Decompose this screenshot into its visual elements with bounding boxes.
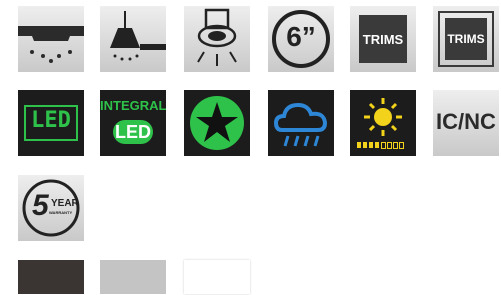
weather-rain-icon [268,90,334,156]
trims-framed-label: TRIMS [447,32,485,46]
integral-led-label: LED [115,122,151,142]
ic-nc-icon: IC/NC [433,90,499,156]
warranty-5-year-icon: 5 YEAR WARRANTY [18,175,84,241]
warranty-number: 5 [32,189,49,222]
finish-swatch-white[interactable] [184,260,250,294]
trims-label: TRIMS [362,32,404,47]
downlight-icon [184,6,250,72]
pendant-light-icon [100,6,166,72]
trims-framed-icon: TRIMS [433,6,499,72]
recessed-ceiling-icon [18,6,84,72]
trims-icon: TRIMS [350,6,416,72]
finish-swatch-silver[interactable] [100,260,166,294]
warranty-small: WARRANTY [49,210,73,215]
size-label: 6” [286,21,316,52]
size-6-inch-icon: 6” [268,6,334,72]
warranty-word: YEAR [51,198,79,209]
integral-led-icon: INTEGRAL LED [100,90,166,156]
led-label: LED [31,108,71,133]
finish-swatch-bronze[interactable] [18,260,84,294]
energy-star-icon [184,90,250,156]
led-icon: LED [18,90,84,156]
ic-nc-label: IC/NC [436,109,496,134]
sun-brightness-icon [350,90,416,156]
integral-label: INTEGRAL [100,98,166,113]
